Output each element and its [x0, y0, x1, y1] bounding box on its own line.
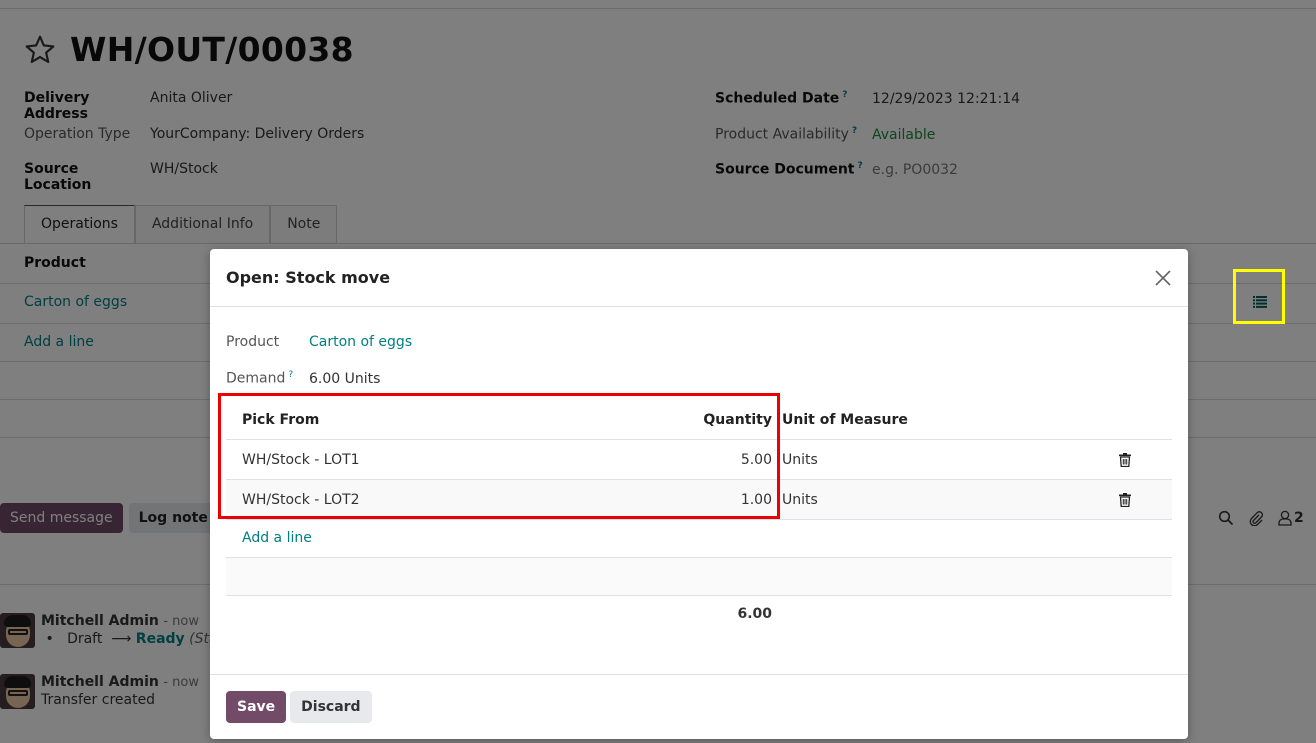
- demand-quantity: 6.00 Units: [309, 370, 381, 387]
- column-header-quantity[interactable]: Quantity: [703, 412, 772, 428]
- save-button[interactable]: Save: [226, 691, 287, 723]
- table-header: Pick From Quantity Unit of Measure: [226, 400, 1172, 440]
- trash-icon[interactable]: [1119, 453, 1131, 467]
- quantity-cell[interactable]: 1.00: [741, 492, 772, 508]
- table-row[interactable]: WH/Stock - LOT1 5.00 Units: [226, 440, 1172, 480]
- modal-field-demand: Demand? 6.00 Units: [226, 370, 380, 387]
- product-link[interactable]: Carton of eggs: [309, 334, 412, 350]
- add-line-link[interactable]: Add a line: [242, 530, 312, 546]
- quantity-cell[interactable]: 5.00: [741, 452, 772, 468]
- column-header-uom[interactable]: Unit of Measure: [782, 412, 908, 428]
- empty-row: [226, 558, 1172, 596]
- discard-button[interactable]: Discard: [290, 691, 372, 723]
- modal-field-product: Product Carton of eggs: [226, 334, 412, 350]
- column-header-pick-from[interactable]: Pick From: [242, 412, 319, 428]
- uom-cell: Units: [782, 492, 818, 508]
- add-line-row: Add a line: [226, 520, 1172, 558]
- field-label: Product: [226, 334, 280, 350]
- quantity-total: 6.00: [737, 606, 772, 622]
- modal-footer: Save Discard: [210, 674, 1188, 739]
- help-icon[interactable]: ?: [288, 370, 293, 380]
- stock-move-dialog: Open: Stock move Product Carton of eggs …: [210, 249, 1188, 739]
- trash-icon[interactable]: [1119, 493, 1131, 507]
- table-row[interactable]: WH/Stock - LOT2 1.00 Units: [226, 480, 1172, 520]
- field-label: Demand?: [226, 370, 294, 387]
- highlight-box: [1233, 269, 1285, 324]
- pick-from-cell[interactable]: WH/Stock - LOT2: [242, 492, 360, 508]
- modal-title: Open: Stock move: [226, 268, 391, 287]
- table-footer: 6.00: [226, 596, 1172, 636]
- modal-header: Open: Stock move: [210, 249, 1188, 307]
- move-lines-table: Pick From Quantity Unit of Measure WH/St…: [226, 400, 1172, 636]
- uom-cell: Units: [782, 452, 818, 468]
- close-icon[interactable]: [1154, 269, 1172, 287]
- pick-from-cell[interactable]: WH/Stock - LOT1: [242, 452, 360, 468]
